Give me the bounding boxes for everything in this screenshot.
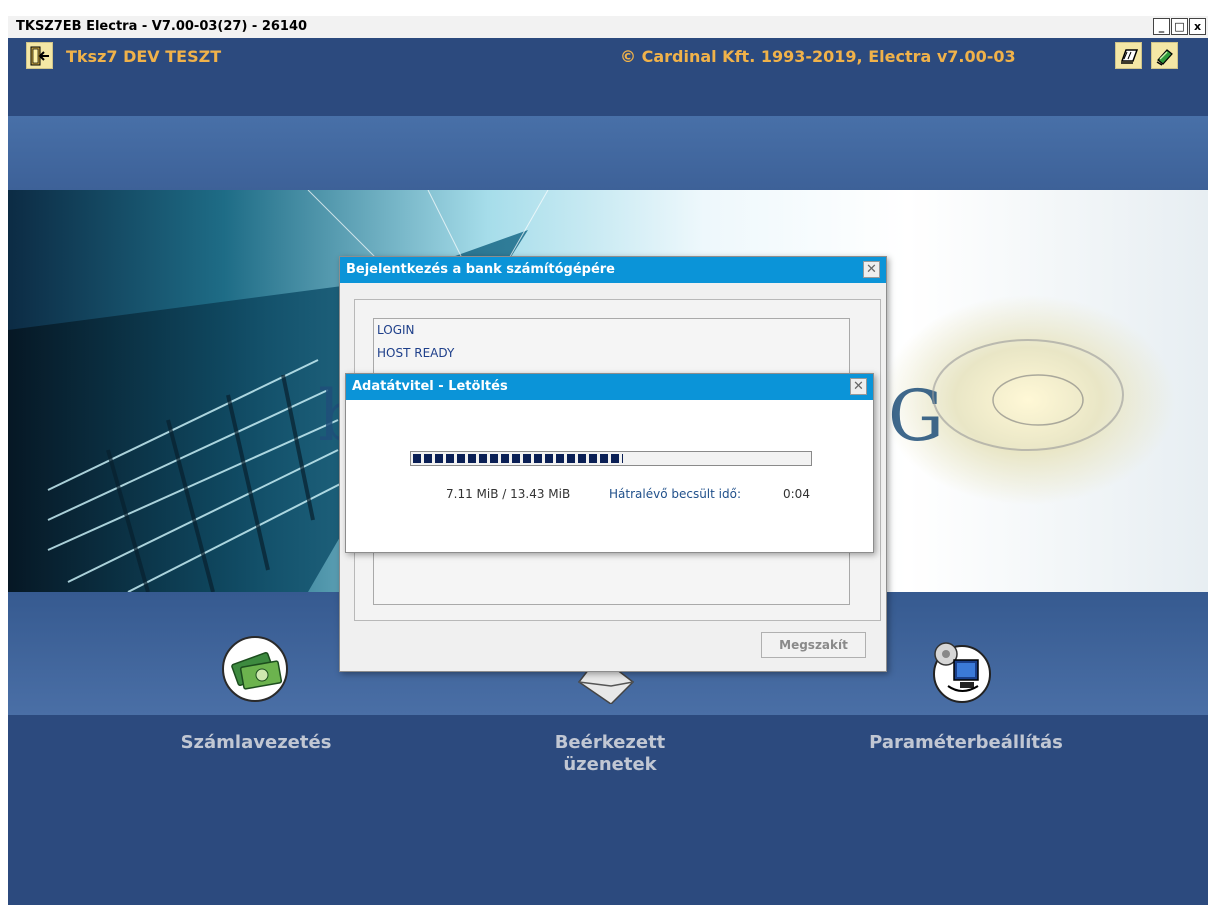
window-controls: _ □ x — [1152, 18, 1206, 35]
transfer-dialog-title: Adatátvitel - Letöltés — [346, 374, 873, 400]
title-bar: TKSZ7EB Electra - V7.00-03(27) - 26140 _… — [8, 16, 1208, 39]
svg-text:G: G — [888, 375, 944, 457]
remaining-time-value: 0:04 — [783, 487, 810, 501]
download-progress-fill — [413, 454, 623, 463]
app-name: Tksz7 DEV TESZT — [66, 47, 222, 66]
login-dialog-close-button[interactable]: ✕ — [863, 261, 880, 278]
remaining-time-label: Hátralévő becsült idő: — [609, 487, 741, 501]
help-book-icon[interactable] — [1151, 42, 1178, 69]
maximize-button[interactable]: □ — [1171, 18, 1188, 35]
nav-label-parameterbeallitas[interactable]: Paraméterbeállítás — [846, 732, 1086, 754]
window-title: TKSZ7EB Electra - V7.00-03(27) - 26140 — [16, 19, 308, 34]
abort-button[interactable]: Megszakít — [761, 632, 866, 658]
nav-label-beerkezett-uzenetek[interactable]: Beérkezett üzenetek — [525, 732, 695, 776]
log-line: HOST READY — [377, 346, 455, 360]
header-band — [8, 116, 1208, 190]
download-progress-bar — [410, 451, 812, 466]
book-icon[interactable] — [1115, 42, 1142, 69]
login-dialog-title: Bejelentkezés a bank számítógépére — [340, 257, 886, 283]
minimize-button[interactable]: _ — [1153, 18, 1170, 35]
transfer-size-text: 7.11 MiB / 13.43 MiB — [446, 487, 571, 501]
app-header: Tksz7 DEV TESZT © Cardinal Kft. 1993-201… — [8, 38, 1208, 116]
app-window: TKSZ7EB Electra - V7.00-03(27) - 26140 _… — [8, 16, 1208, 905]
log-line: LOGIN — [377, 323, 415, 337]
transfer-dialog-close-button[interactable]: ✕ — [850, 378, 867, 395]
exit-icon[interactable] — [26, 42, 53, 69]
money-icon[interactable] — [220, 634, 290, 704]
copyright-text: © Cardinal Kft. 1993-2019, Electra v7.00… — [620, 47, 1016, 66]
close-button[interactable]: x — [1189, 18, 1206, 35]
transfer-dialog: Adatátvitel - Letöltés ✕ 7.11 MiB / 13.4… — [345, 373, 874, 553]
nav-label-szamlavezetes[interactable]: Számlavezetés — [156, 732, 356, 754]
settings-computer-icon[interactable] — [924, 634, 994, 704]
